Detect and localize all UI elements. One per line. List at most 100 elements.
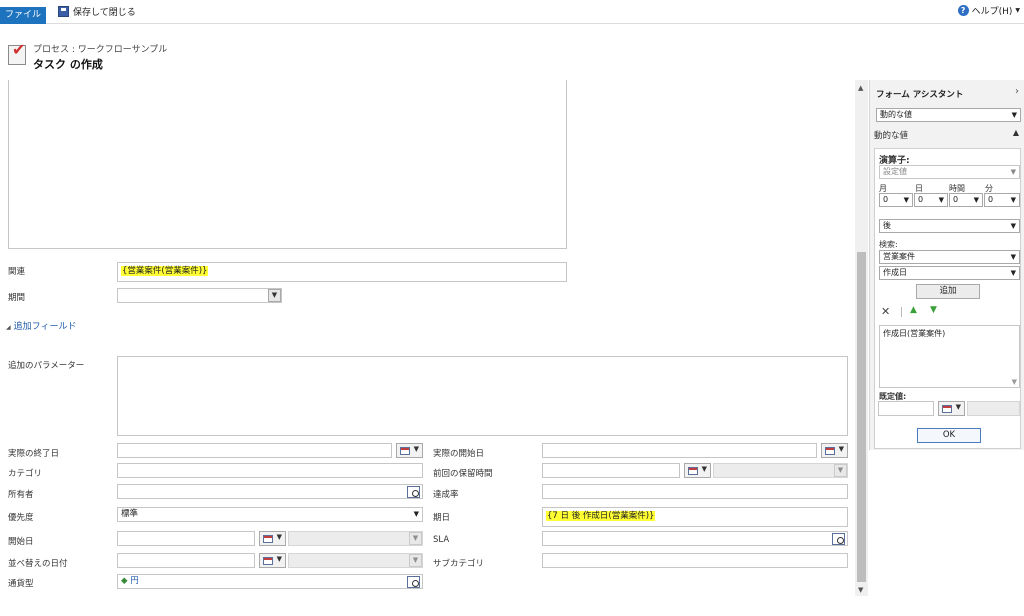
priority-label: 優先度 [8, 513, 34, 523]
form-scrollbar[interactable]: ▲ ▼ [855, 80, 868, 596]
default-date-picker[interactable]: ▼ [938, 401, 965, 416]
day-value: 0 [918, 195, 924, 204]
calendar-icon [688, 467, 698, 475]
default-value-input[interactable] [878, 401, 934, 416]
category-label: カテゴリ [8, 469, 43, 479]
ok-button[interactable]: OK [917, 428, 981, 443]
save-and-close-label: 保存して閉じる [73, 7, 136, 18]
help-menu[interactable]: ? ヘルプ(H) ▼ [957, 4, 1020, 17]
start-date-picker[interactable]: ▼ [259, 531, 286, 546]
calendar-icon [825, 447, 835, 455]
actual-start-date-picker[interactable]: ▼ [821, 443, 848, 458]
page-title: タスク の作成 [33, 58, 103, 71]
category-input[interactable] [117, 463, 423, 478]
start-input[interactable] [117, 531, 255, 546]
hour-select[interactable]: 0 ▼ [949, 193, 983, 207]
field-select[interactable]: 作成日 ▼ [879, 266, 1020, 280]
month-select[interactable]: 0 ▼ [879, 193, 913, 207]
panel-title: フォーム アシスタント [876, 90, 964, 100]
operator-select[interactable]: 設定値 ▼ [879, 165, 1020, 179]
actual-start-label: 実際の開始日 [433, 449, 485, 459]
form-assistant-panel: フォーム アシスタント › 動的な値 ▼ 動的な値 ▲ 演算子: 設定値 ▼ 月 日… [869, 80, 1024, 450]
entity-value: 営業案件 [883, 252, 915, 261]
due-label: 期日 [433, 513, 451, 523]
add-button[interactable]: 追加 [916, 284, 980, 299]
priority-select[interactable]: 標準 ▼ [117, 507, 423, 522]
breadcrumb: プロセス : ワークフローサンプル [33, 45, 168, 55]
before-after-value: 後 [883, 221, 891, 230]
selected-values-list[interactable]: 作成日(営業案件) ▼ [879, 325, 1020, 388]
last-onhold-date-picker[interactable]: ▼ [684, 463, 711, 478]
scroll-down-icon[interactable]: ▼ [858, 586, 863, 594]
chevron-down-icon: ▼ [955, 403, 961, 411]
description-textarea[interactable] [8, 80, 567, 249]
sort-time-select [288, 553, 423, 568]
duration-select[interactable] [117, 288, 282, 303]
params-textarea[interactable] [117, 356, 848, 436]
save-and-close-button[interactable]: 保存して閉じる [58, 4, 136, 18]
actual-end-date-picker[interactable]: ▼ [396, 443, 423, 458]
dynamic-value-editor: 演算子: 設定値 ▼ 月 日 時間 分 0 ▼ 0 ▼ 0 ▼ 0 ▼ 後 ▼ 検索: 営業… [874, 148, 1021, 449]
actual-end-input[interactable] [117, 443, 392, 458]
currency-label: 通貨型 [8, 579, 34, 589]
chevron-down-icon: ▼ [1010, 222, 1016, 230]
currency-icon: ◆ [121, 576, 128, 586]
sort-date-input[interactable] [117, 553, 255, 568]
last-onhold-label: 前回の保留時間 [433, 469, 493, 479]
calendar-icon [942, 405, 952, 413]
chevron-down-icon: ▼ [1010, 168, 1016, 176]
due-field[interactable]: {7 日 後 作成日(営業案件)} [542, 507, 848, 527]
chevron-down-icon: ▼ [701, 465, 707, 473]
subcategory-input[interactable] [542, 553, 848, 568]
chevron-right-icon[interactable]: › [1015, 86, 1019, 97]
chevron-down-icon: ▼ [413, 445, 419, 453]
expand-triangle-icon: ◢ [6, 324, 11, 331]
last-onhold-input[interactable] [542, 463, 680, 478]
move-up-icon[interactable]: ▲ [910, 305, 917, 315]
chevron-down-icon: ▼ [1015, 7, 1020, 14]
due-value: {7 日 後 作成日(営業案件)} [546, 511, 656, 521]
calendar-icon [263, 557, 273, 565]
lookup-icon[interactable] [831, 532, 845, 545]
chevron-down-icon: ▼ [973, 196, 979, 204]
ribbon: ファイル 保存して閉じる ? ヘルプ(H) ▼ [0, 0, 1024, 24]
scroll-down-icon[interactable]: ▼ [1012, 378, 1017, 386]
owner-lookup[interactable] [117, 484, 423, 499]
dynamic-value-text: 動的な値 [880, 110, 912, 119]
scroll-thumb[interactable] [857, 252, 866, 582]
currency-lookup[interactable]: ◆ 円 [117, 574, 423, 589]
sort-date-picker[interactable]: ▼ [259, 553, 286, 568]
chevron-down-icon: ▼ [276, 533, 282, 541]
scroll-up-icon[interactable]: ▲ [858, 84, 863, 92]
currency-value: 円 [130, 576, 139, 586]
duration-dropdown-icon[interactable]: ▼ [268, 289, 281, 302]
sla-lookup[interactable] [542, 531, 848, 546]
toolbar-divider [901, 307, 902, 317]
lookup-icon[interactable] [406, 575, 420, 588]
completion-input[interactable] [542, 484, 848, 499]
minute-select[interactable]: 0 ▼ [984, 193, 1020, 207]
chevron-down-icon: ▼ [938, 196, 944, 204]
chevron-down-icon: ▼ [903, 196, 909, 204]
day-select[interactable]: 0 ▼ [914, 193, 948, 207]
additional-fields-toggle[interactable]: ◢ 追加フィールド [6, 319, 76, 332]
chevron-down-icon: ▼ [1011, 111, 1017, 119]
actual-start-input[interactable] [542, 443, 817, 458]
delete-icon[interactable]: ✕ [881, 305, 890, 318]
calendar-icon [400, 447, 410, 455]
list-item[interactable]: 作成日(営業案件) [883, 328, 1016, 339]
collapse-icon[interactable]: ▲ [1013, 128, 1019, 137]
calendar-icon [263, 535, 273, 543]
file-tab[interactable]: ファイル [0, 7, 46, 24]
related-field[interactable]: {営業案件(営業案件)} [117, 262, 567, 282]
entity-select[interactable]: 営業案件 ▼ [879, 250, 1020, 264]
operator-value: 設定値 [883, 167, 907, 176]
move-down-icon[interactable]: ▼ [930, 305, 937, 315]
before-after-select[interactable]: 後 ▼ [879, 219, 1020, 233]
lookup-icon[interactable] [406, 485, 420, 498]
time-dropdown-icon: ▼ [409, 532, 422, 545]
dynamic-value-select[interactable]: 動的な値 ▼ [876, 108, 1021, 122]
params-label: 追加のパラメーター [8, 361, 85, 371]
subcategory-label: サブカテゴリ [433, 559, 485, 569]
duration-label: 期間 [8, 293, 26, 303]
